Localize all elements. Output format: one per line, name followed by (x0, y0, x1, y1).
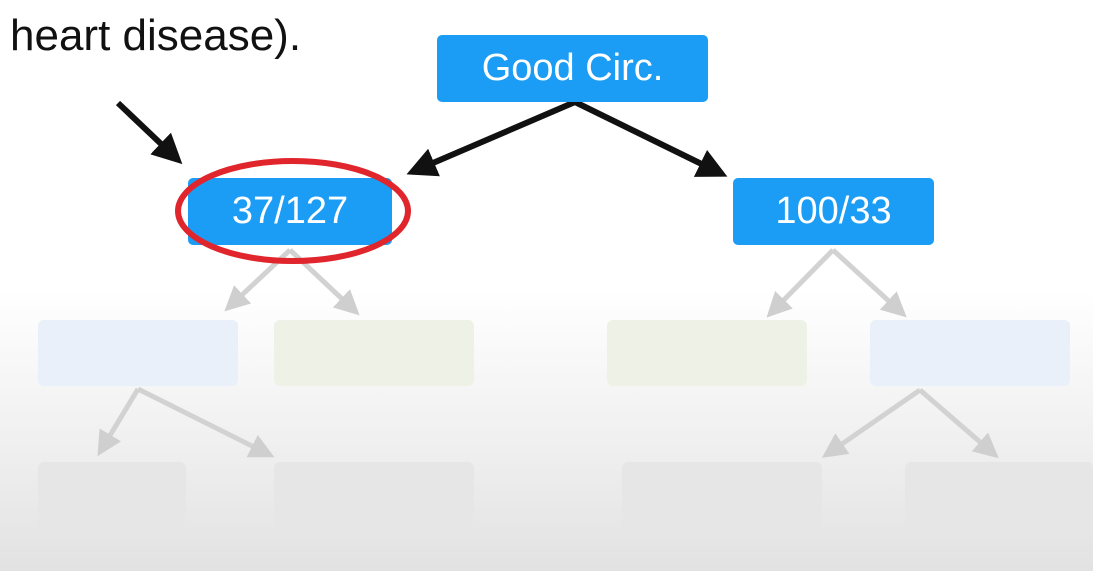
faded-link-4 (831, 248, 907, 318)
caption-text: heart disease). (10, 11, 302, 60)
faded-link-1 (224, 248, 292, 312)
pointer-arrow (115, 100, 183, 165)
faded-link-3 (766, 248, 835, 318)
faded-link-6 (136, 386, 275, 458)
arrow-root-to-left (406, 99, 577, 177)
root-node: Good Circ. (437, 35, 708, 102)
arrow-root-to-right (573, 99, 728, 177)
faded-link-7 (821, 387, 922, 458)
right-child-node: 100/33 (733, 178, 934, 245)
faded-link-5 (97, 387, 141, 457)
faded-link-2 (288, 248, 360, 316)
left-child-node: 37/127 (188, 178, 392, 245)
faded-link-8 (918, 388, 999, 459)
